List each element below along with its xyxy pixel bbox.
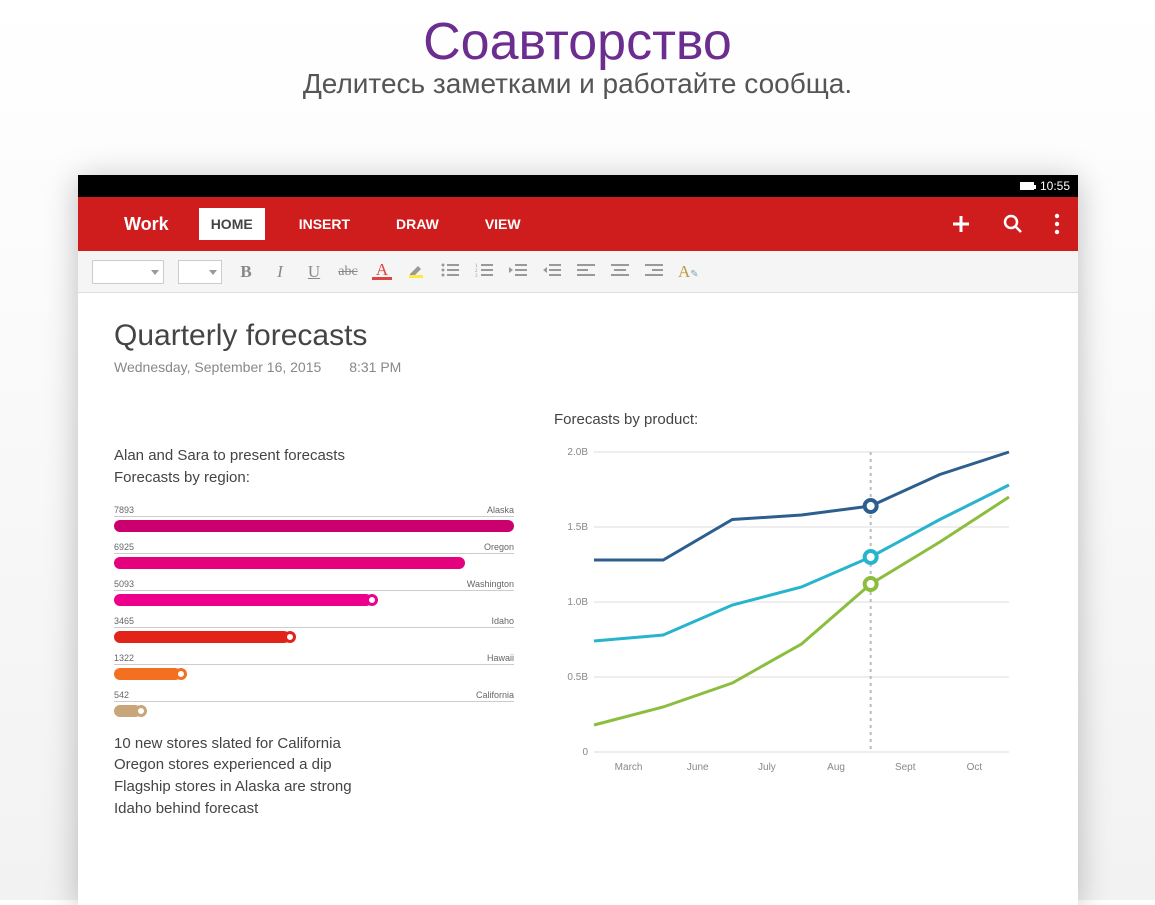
text-line: Alan and Sara to present forecasts	[114, 445, 514, 467]
bar-row: 1322 Hawaii	[114, 653, 514, 680]
svg-text:1.5B: 1.5B	[567, 522, 588, 533]
tab-insert[interactable]: INSERT	[287, 208, 362, 240]
app-window: 10:55 Work HOME INSERT DRAW VIEW B I U	[78, 175, 1078, 905]
svg-text:March: March	[615, 762, 643, 773]
tab-view[interactable]: VIEW	[473, 208, 533, 240]
clear-format-button[interactable]: A✎	[678, 262, 699, 282]
promo-title: Соавторство	[0, 12, 1155, 72]
svg-text:3: 3	[475, 274, 478, 277]
note-time: 8:31 PM	[349, 359, 401, 375]
text-line: Forecasts by region:	[114, 467, 514, 489]
text-line: 10 new stores slated for California	[114, 733, 514, 755]
bar-value: 1322	[114, 653, 134, 663]
bar-label: Idaho	[491, 616, 514, 626]
numbered-list-button[interactable]: 123	[474, 262, 494, 282]
note-meta: Wednesday, September 16, 2015 8:31 PM	[114, 359, 514, 375]
product-line-chart: 0 0.5B 1.0B 1.5B 2.0B March June July Aug Sept Oct	[554, 442, 1014, 782]
bar-label: California	[476, 690, 514, 700]
svg-text:2.0B: 2.0B	[567, 447, 588, 458]
svg-text:Sept: Sept	[895, 762, 916, 773]
align-center-button[interactable]	[610, 262, 630, 282]
tab-draw[interactable]: DRAW	[384, 208, 451, 240]
tab-home[interactable]: HOME	[199, 208, 265, 240]
align-left-button[interactable]	[576, 262, 596, 282]
italic-button[interactable]: I	[270, 262, 290, 282]
app-bar: Work HOME INSERT DRAW VIEW	[78, 197, 1078, 251]
bar-value: 7893	[114, 505, 134, 515]
note-date: Wednesday, September 16, 2015	[114, 359, 321, 375]
status-time: 10:55	[1040, 179, 1070, 193]
note-body[interactable]: Alan and Sara to present forecasts Forec…	[114, 445, 514, 489]
outdent-button[interactable]	[508, 262, 528, 282]
text-line: Flagship stores in Alaska are strong	[114, 776, 514, 798]
text-line: Oregon stores experienced a dip	[114, 754, 514, 776]
svg-text:Oct: Oct	[967, 762, 983, 773]
bold-button[interactable]: B	[236, 262, 256, 282]
svg-text:0.5B: 0.5B	[567, 672, 588, 683]
bar-row: 7893 Alaska	[114, 505, 514, 532]
bar-row: 5093 Washington	[114, 579, 514, 606]
svg-text:July: July	[758, 762, 776, 773]
svg-text:June: June	[687, 762, 709, 773]
underline-button[interactable]: U	[304, 262, 324, 282]
format-ribbon: B I U abc A 123 A✎	[78, 251, 1078, 293]
bar-row: 3465 Idaho	[114, 616, 514, 643]
svg-text:0: 0	[582, 747, 588, 758]
bar-row: 6925 Oregon	[114, 542, 514, 569]
more-icon[interactable]	[1054, 213, 1060, 235]
font-color-button[interactable]: A	[372, 263, 392, 280]
battery-icon	[1020, 182, 1034, 190]
bar-value: 5093	[114, 579, 134, 589]
bar-row: 542 California	[114, 690, 514, 717]
bar-value: 542	[114, 690, 129, 700]
ribbon-tabs: HOME INSERT DRAW VIEW	[199, 208, 533, 240]
font-family-combo[interactable]	[92, 260, 164, 284]
hamburger-icon[interactable]	[88, 217, 110, 231]
bar-label: Oregon	[484, 542, 514, 552]
svg-text:1.0B: 1.0B	[567, 597, 588, 608]
note-title[interactable]: Quarterly forecasts	[114, 319, 514, 353]
bar-label: Alaska	[487, 505, 514, 515]
text-line: Idaho behind forecast	[114, 798, 514, 820]
add-icon[interactable]	[950, 213, 972, 235]
bar-label: Hawaii	[487, 653, 514, 663]
bar-value: 3465	[114, 616, 134, 626]
status-bar: 10:55	[78, 175, 1078, 197]
strikethrough-button[interactable]: abc	[338, 264, 358, 280]
bar-value: 6925	[114, 542, 134, 552]
region-bar-chart: 7893 Alaska 6925 Oregon 5093 Washington 3465 Id…	[114, 505, 514, 717]
highlight-button[interactable]	[406, 260, 426, 283]
search-icon[interactable]	[1002, 213, 1024, 235]
note-bullets[interactable]: 10 new stores slated for CaliforniaOrego…	[114, 733, 514, 820]
bar-label: Washington	[467, 579, 514, 589]
indent-button[interactable]	[542, 262, 562, 282]
bullet-list-button[interactable]	[440, 262, 460, 282]
promo-subtitle: Делитесь заметками и работайте сообща.	[0, 68, 1155, 100]
align-right-button[interactable]	[644, 262, 664, 282]
notebook-name[interactable]: Work	[124, 214, 169, 235]
font-size-combo[interactable]	[178, 260, 222, 284]
svg-text:Aug: Aug	[827, 762, 845, 773]
note-canvas[interactable]: Quarterly forecasts Wednesday, September…	[78, 293, 1078, 846]
product-chart-title: Forecasts by product:	[554, 411, 1042, 428]
